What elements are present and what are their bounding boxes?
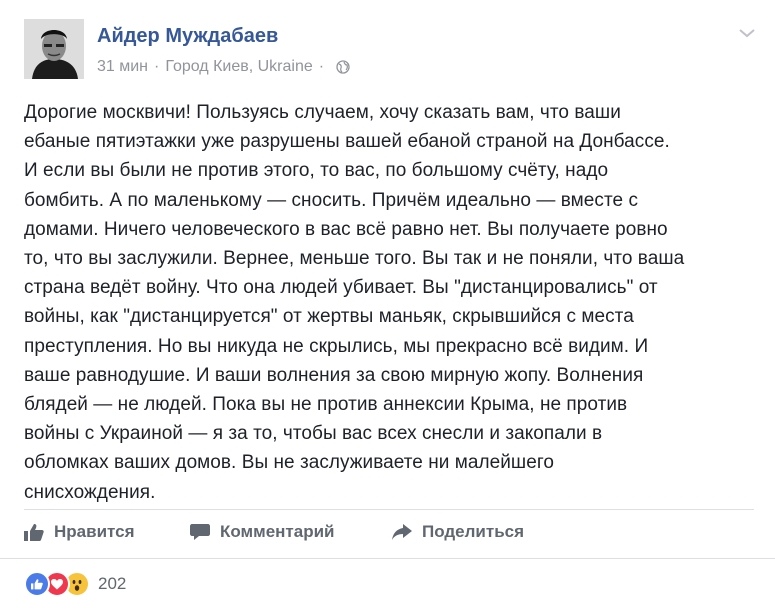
wow-face [72,580,82,591]
post-body-line: страна ведёт войну. Что она людей убивае… [24,277,658,299]
comment-label: Комментарий [220,522,335,541]
post-body-line: ваше равнодушие. И ваши волнения за свою… [24,364,644,386]
post-body-line: блядей — не людей. Пока вы не против анн… [24,394,628,416]
post-body-line: преступления. Но вы никуда не скрылись, … [24,335,649,357]
heart-shape [51,578,63,589]
post-body-line: то, что вы заслужили. Вернее, меньше тог… [24,248,685,270]
post-body-line: войны с Украиной — я за то, чтобы вас вс… [24,423,603,445]
post-body-line: ебаные пятиэтажки уже разрушены вашей еб… [24,131,670,153]
comment-icon [190,524,210,540]
post-body-line: домами. Ничего человеческого в вас всё р… [24,218,668,240]
post-body-line: обломках ваших домов. Вы не заслуживаете… [24,452,555,474]
like-reaction-thumb [31,579,43,590]
thumbs-up-icon [24,524,44,541]
meta-separator: · [154,58,160,75]
globe-icon[interactable] [336,60,350,74]
share-button[interactable]: Поделиться [392,522,524,542]
post-body-line: И если вы были не против этого, то вас, … [24,160,609,182]
post-body-line: снисхождения. [24,481,156,503]
like-label: Нравится [54,522,135,541]
reaction-count[interactable]: 202 [98,574,126,594]
meta-separator-2: · [318,58,325,75]
post-body-line: бомбить. А по маленькому — сносить. Прич… [24,189,638,211]
post-body-line: Дорогие москвичи! Пользуясь случаем, хоч… [24,102,621,123]
share-label: Поделиться [422,522,525,541]
share-arrow-icon [392,524,412,540]
like-button[interactable]: Нравится [24,522,190,542]
post-body-line: войны, как "дистанцируется" от жертвы ма… [24,306,634,328]
like-reaction-icon[interactable] [24,571,50,597]
divider [24,509,754,510]
facebook-post: Айдер Муждабаев 31 мин · Город Киев, Ukr… [0,0,775,612]
action-bar: Нравится Комментарий Поделиться [24,516,524,548]
post-meta: 31 мин · Город Киев, Ukraine · [97,58,350,76]
comment-button[interactable]: Комментарий [190,522,392,542]
chevron-down-icon[interactable] [738,27,756,39]
author-name[interactable]: Айдер Муждабаев [97,25,278,48]
reactions-summary[interactable]: 202 [24,571,126,597]
author-avatar[interactable] [24,19,84,79]
post-time[interactable]: 31 мин [97,58,148,76]
post-body: Дорогие москвичи! Пользуясь случаем, хоч… [24,98,754,507]
divider [0,558,775,559]
avatar-photo [24,19,84,79]
post-location[interactable]: Город Киев, Ukraine [165,58,312,76]
